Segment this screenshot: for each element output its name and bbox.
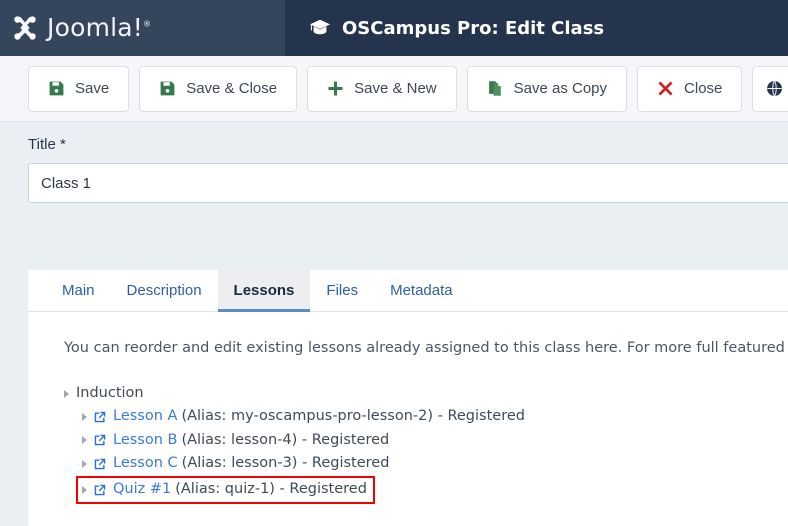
- tab-main[interactable]: Main: [46, 269, 111, 311]
- list-item-quiz-1[interactable]: Quiz #1 (Alias: quiz-1) - Registered: [76, 476, 375, 504]
- x-cross-icon: [657, 80, 674, 97]
- external-link-icon[interactable]: [93, 457, 107, 471]
- lesson-meta: (Alias: lesson-4) - Registered: [181, 431, 390, 448]
- lesson-meta: (Alias: lesson-3) - Registered: [181, 455, 390, 472]
- list-item-wrap: Lesson C (Alias: lesson-3) - Registered: [82, 452, 788, 476]
- floppy-disk-icon: [159, 80, 176, 97]
- editor-toolbar: Save Save & Close Save & New Save as Cop…: [0, 56, 788, 122]
- tab-metadata[interactable]: Metadata: [374, 269, 469, 311]
- save-as-copy-button-label: Save as Copy: [513, 80, 608, 97]
- close-button-label: Close: [684, 80, 723, 97]
- tree-root-label: Induction: [76, 385, 144, 402]
- list-item-lesson-b[interactable]: Lesson B (Alias: lesson-4) - Registered: [82, 429, 389, 453]
- caret-right-icon[interactable]: [82, 436, 87, 445]
- help-button[interactable]: [752, 65, 788, 112]
- list-item-wrap: Quiz #1 (Alias: quiz-1) - Registered: [76, 476, 788, 504]
- list-item-lesson-a[interactable]: Lesson A (Alias: my-oscampus-pro-lesson-…: [82, 405, 525, 429]
- title-field-group: Title *: [28, 136, 788, 203]
- copy-icon: [487, 80, 504, 97]
- joomla-logo-icon: [10, 13, 40, 43]
- page-title: OSCampus Pro: Edit Class: [342, 17, 605, 39]
- save-button-label: Save: [75, 80, 110, 97]
- tree-children: Lesson A (Alias: my-oscampus-pro-lesson-…: [76, 405, 788, 504]
- plus-icon: [327, 80, 344, 97]
- joomla-brand[interactable]: Joomla!®: [0, 0, 285, 56]
- tree-root-induction[interactable]: Induction: [64, 383, 788, 405]
- save-and-new-button[interactable]: Save & New: [307, 65, 457, 112]
- save-button[interactable]: Save: [28, 65, 130, 112]
- class-editor-tab-panel: Main Description Lessons Files Metadata …: [28, 269, 788, 526]
- lessons-tab-content: You can reorder and edit existing lesson…: [28, 312, 788, 504]
- page-header: OSCampus Pro: Edit Class: [285, 0, 788, 56]
- brand-name: Joomla!®: [47, 12, 152, 42]
- help-globe-icon: [766, 80, 783, 97]
- tab-lessons[interactable]: Lessons: [217, 269, 311, 312]
- save-and-close-button-label: Save & Close: [186, 80, 278, 97]
- caret-right-icon[interactable]: [64, 389, 69, 398]
- save-as-copy-button[interactable]: Save as Copy: [466, 65, 628, 112]
- lesson-link[interactable]: Lesson B: [113, 430, 177, 452]
- lesson-meta: (Alias: my-oscampus-pro-lesson-2) - Regi…: [181, 407, 525, 424]
- list-item-lesson-c[interactable]: Lesson C (Alias: lesson-3) - Registered: [82, 452, 389, 476]
- floppy-disk-icon: [48, 80, 65, 97]
- caret-right-icon[interactable]: [82, 460, 87, 469]
- list-item-wrap: Lesson A (Alias: my-oscampus-pro-lesson-…: [82, 405, 788, 429]
- save-and-close-button[interactable]: Save & Close: [139, 65, 298, 112]
- save-and-new-button-label: Save & New: [354, 80, 437, 97]
- lesson-link[interactable]: Lesson C: [113, 453, 178, 475]
- lessons-intro-text: You can reorder and edit existing lesson…: [64, 340, 788, 356]
- lesson-meta: (Alias: quiz-1) - Registered: [175, 481, 367, 498]
- external-link-icon[interactable]: [93, 433, 107, 447]
- caret-right-icon[interactable]: [82, 485, 87, 494]
- list-item-wrap: Lesson B (Alias: lesson-4) - Registered: [82, 429, 788, 453]
- caret-right-icon[interactable]: [82, 412, 87, 421]
- top-header-bar: Joomla!® OSCampus Pro: Edit Class: [0, 0, 788, 56]
- oscampus-edit-class-page: Joomla!® OSCampus Pro: Edit Class Save S…: [0, 0, 788, 526]
- external-link-icon[interactable]: [93, 483, 107, 497]
- title-input[interactable]: [28, 163, 788, 203]
- brand-logo: Joomla!®: [10, 13, 151, 43]
- tab-strip: Main Description Lessons Files Metadata: [28, 269, 788, 312]
- lessons-tree: Induction Lesson A (Alias: my-oscampus-p…: [64, 383, 788, 504]
- lesson-link[interactable]: Quiz #1: [113, 479, 171, 501]
- external-link-icon[interactable]: [93, 410, 107, 424]
- tab-description[interactable]: Description: [111, 269, 218, 311]
- title-field-label: Title *: [28, 136, 66, 153]
- tab-files[interactable]: Files: [310, 269, 374, 311]
- close-button[interactable]: Close: [637, 65, 743, 112]
- brand-trademark: ®: [143, 19, 152, 29]
- lesson-link[interactable]: Lesson A: [113, 406, 177, 428]
- graduation-cap-icon: [309, 17, 331, 39]
